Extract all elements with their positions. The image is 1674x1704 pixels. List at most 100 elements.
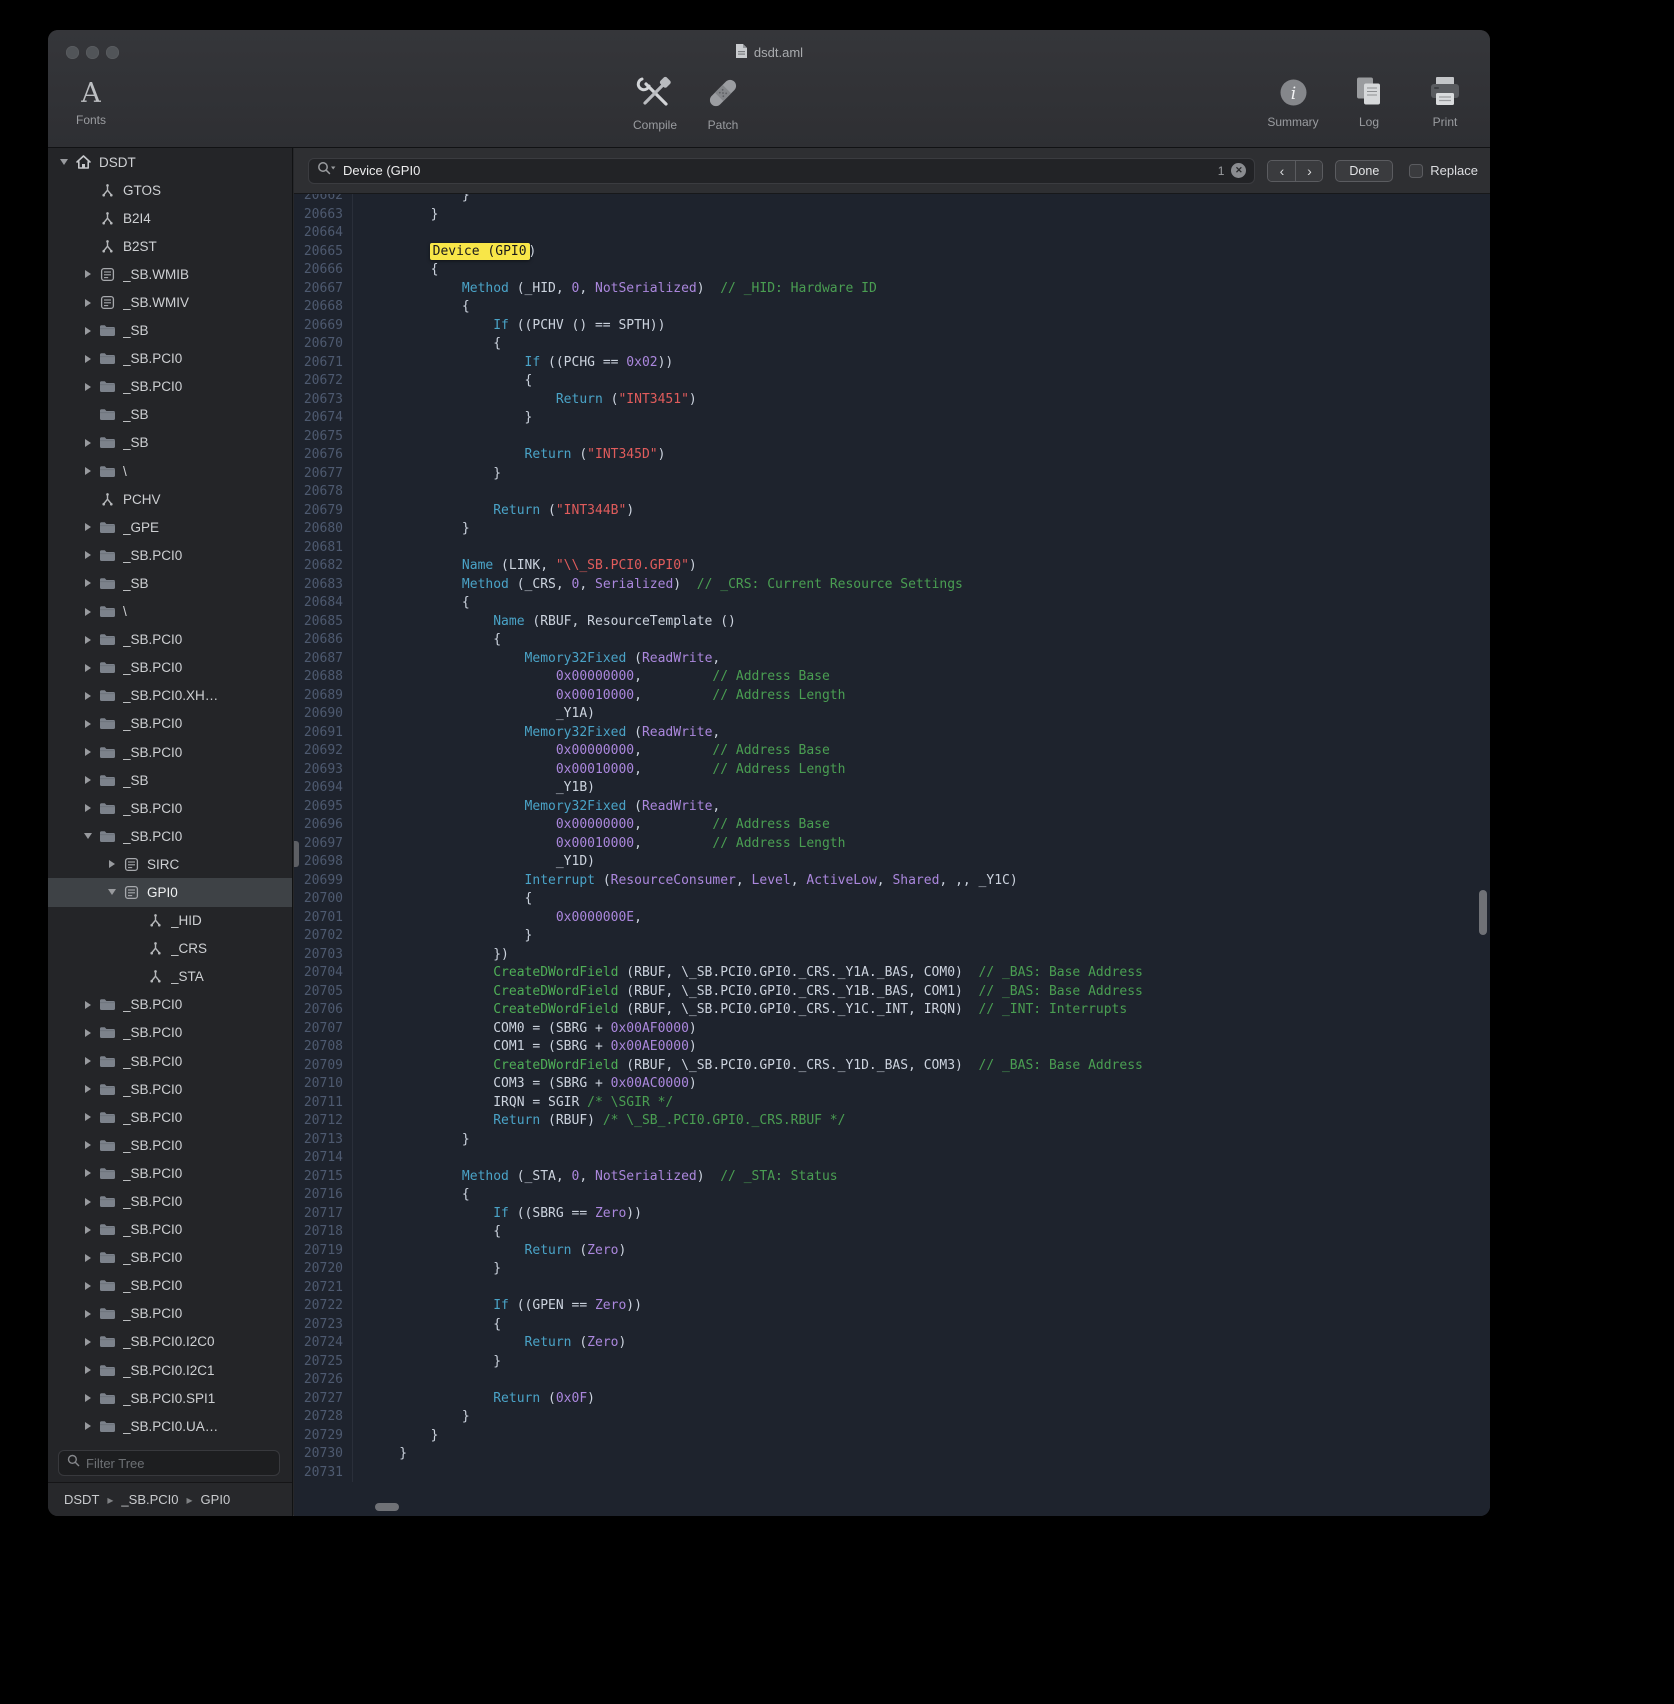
compile-button[interactable]: Compile (628, 76, 682, 132)
log-button[interactable]: Log (1342, 76, 1396, 129)
tree-item-sb-pci0[interactable]: _SB.PCI0 (48, 991, 292, 1019)
disclosure-collapsed-icon[interactable] (80, 720, 96, 728)
disclosure-collapsed-icon[interactable] (80, 439, 96, 447)
tree-item-sb-wmiv[interactable]: _SB.WMIV (48, 288, 292, 316)
fonts-button[interactable]: A Fonts (64, 78, 118, 127)
find-next-button[interactable]: › (1295, 161, 1322, 181)
tree-item-sb-pci0[interactable]: _SB.PCI0 (48, 626, 292, 654)
done-button[interactable]: Done (1335, 160, 1393, 182)
tree-item-hid[interactable]: _HID (48, 907, 292, 935)
tree-item-sb-pci0[interactable]: _SB.PCI0 (48, 1075, 292, 1103)
find-previous-button[interactable]: ‹ (1268, 161, 1295, 181)
disclosure-collapsed-icon[interactable] (80, 1338, 96, 1346)
titlebar[interactable]: dsdt.aml (48, 43, 1490, 62)
tree-item-root[interactable]: \ (48, 598, 292, 626)
disclosure-collapsed-icon[interactable] (104, 860, 120, 868)
disclosure-collapsed-icon[interactable] (80, 523, 96, 531)
disclosure-collapsed-icon[interactable] (80, 1141, 96, 1149)
disclosure-collapsed-icon[interactable] (80, 1310, 96, 1318)
tree-item-sb-wmib[interactable]: _SB.WMIB (48, 260, 292, 288)
tree-item-sb-pci0[interactable]: _SB.PCI0 (48, 1244, 292, 1272)
patch-button[interactable]: Patch (696, 76, 750, 132)
tree-item-sb-pci0[interactable]: _SB.PCI0 (48, 345, 292, 373)
summary-button[interactable]: i Summary (1266, 78, 1320, 129)
disclosure-collapsed-icon[interactable] (80, 1057, 96, 1065)
tree-item-pchv[interactable]: PCHV (48, 485, 292, 513)
tree-item-dsdt[interactable]: DSDT (48, 148, 292, 176)
disclosure-collapsed-icon[interactable] (80, 1198, 96, 1206)
disclosure-collapsed-icon[interactable] (80, 664, 96, 672)
tree-item-sb-pci0[interactable]: _SB.PCI0 (48, 822, 292, 850)
disclosure-collapsed-icon[interactable] (80, 1029, 96, 1037)
filter-tree-field[interactable]: Filter Tree (58, 1450, 280, 1476)
disclosure-collapsed-icon[interactable] (80, 608, 96, 616)
breadcrumb-item[interactable]: DSDT (64, 1492, 99, 1507)
disclosure-collapsed-icon[interactable] (80, 1254, 96, 1262)
disclosure-expanded-icon[interactable] (56, 159, 72, 165)
disclosure-collapsed-icon[interactable] (80, 299, 96, 307)
disclosure-collapsed-icon[interactable] (80, 1169, 96, 1177)
disclosure-collapsed-icon[interactable] (80, 551, 96, 559)
tree-item-sb[interactable]: _SB (48, 317, 292, 345)
disclosure-collapsed-icon[interactable] (80, 636, 96, 644)
tree-item-sb-pci0-spi1[interactable]: _SB.PCI0.SPI1 (48, 1384, 292, 1412)
tree-item-sb-pci0[interactable]: _SB.PCI0 (48, 1131, 292, 1159)
sidebar-tree[interactable]: DSDTGTOSB2I4B2ST_SB.WMIB_SB.WMIV_SB_SB.P… (48, 148, 292, 1444)
tree-item-sb-pci0[interactable]: _SB.PCI0 (48, 541, 292, 569)
tree-item-sb-pci0-i2c1[interactable]: _SB.PCI0.I2C1 (48, 1356, 292, 1384)
disclosure-collapsed-icon[interactable] (80, 1113, 96, 1121)
disclosure-collapsed-icon[interactable] (80, 270, 96, 278)
tree-item-sb-pci0[interactable]: _SB.PCI0 (48, 1047, 292, 1075)
disclosure-collapsed-icon[interactable] (80, 1366, 96, 1374)
tree-item-sb[interactable]: _SB (48, 401, 292, 429)
print-button[interactable]: Print (1418, 76, 1472, 129)
tree-item-root[interactable]: \ (48, 457, 292, 485)
disclosure-collapsed-icon[interactable] (80, 355, 96, 363)
tree-item-sb-pci0-xh[interactable]: _SB.PCI0.XH… (48, 682, 292, 710)
tree-item-gpe[interactable]: _GPE (48, 513, 292, 541)
disclosure-collapsed-icon[interactable] (80, 1282, 96, 1290)
disclosure-collapsed-icon[interactable] (80, 1001, 96, 1009)
tree-item-crs[interactable]: _CRS (48, 935, 292, 963)
disclosure-collapsed-icon[interactable] (80, 467, 96, 475)
disclosure-expanded-icon[interactable] (104, 889, 120, 895)
tree-item-sb-pci0[interactable]: _SB.PCI0 (48, 1300, 292, 1328)
tree-item-sb-pci0[interactable]: _SB.PCI0 (48, 738, 292, 766)
disclosure-collapsed-icon[interactable] (80, 383, 96, 391)
disclosure-collapsed-icon[interactable] (80, 748, 96, 756)
replace-checkbox[interactable] (1409, 164, 1423, 178)
breadcrumb-item[interactable]: _SB.PCI0 (121, 1492, 178, 1507)
tree-item-b2st[interactable]: B2ST (48, 232, 292, 260)
breadcrumb-item[interactable]: GPI0 (201, 1492, 231, 1507)
tree-item-sta[interactable]: _STA (48, 963, 292, 991)
horizontal-scrollbar[interactable] (375, 1503, 399, 1511)
tree-item-sb[interactable]: _SB (48, 569, 292, 597)
splitter-handle[interactable] (294, 841, 299, 867)
tree-item-sb-pci0[interactable]: _SB.PCI0 (48, 1103, 292, 1131)
tree-item-sb-pci0-i2c0[interactable]: _SB.PCI0.I2C0 (48, 1328, 292, 1356)
disclosure-collapsed-icon[interactable] (80, 1226, 96, 1234)
tree-item-gtos[interactable]: GTOS (48, 176, 292, 204)
find-input[interactable]: Device (GPI0 1 ✕ (308, 158, 1255, 184)
tree-item-b2i4[interactable]: B2I4 (48, 204, 292, 232)
disclosure-collapsed-icon[interactable] (80, 327, 96, 335)
disclosure-collapsed-icon[interactable] (80, 692, 96, 700)
tree-item-sb-pci0[interactable]: _SB.PCI0 (48, 1159, 292, 1187)
tree-item-sb-pci0[interactable]: _SB.PCI0 (48, 710, 292, 738)
tree-item-gpi0[interactable]: GPI0 (48, 878, 292, 906)
code-editor[interactable]: 20662 }20663 }20664 20665 Device (GPI0)2… (294, 194, 1490, 1516)
tree-item-sb-pci0-ua[interactable]: _SB.PCI0.UA… (48, 1412, 292, 1440)
clear-search-button[interactable]: ✕ (1231, 163, 1246, 178)
tree-item-sb-pci0[interactable]: _SB.PCI0 (48, 373, 292, 401)
tree-item-sb-pci0[interactable]: _SB.PCI0 (48, 1019, 292, 1047)
tree-item-sb[interactable]: _SB (48, 429, 292, 457)
tree-item-sb-pci0[interactable]: _SB.PCI0 (48, 794, 292, 822)
disclosure-collapsed-icon[interactable] (80, 1394, 96, 1402)
tree-item-sb-pci0[interactable]: _SB.PCI0 (48, 654, 292, 682)
disclosure-collapsed-icon[interactable] (80, 804, 96, 812)
vertical-scrollbar[interactable] (1479, 890, 1487, 935)
disclosure-collapsed-icon[interactable] (80, 1422, 96, 1430)
disclosure-collapsed-icon[interactable] (80, 579, 96, 587)
tree-item-sb-pci0[interactable]: _SB.PCI0 (48, 1216, 292, 1244)
disclosure-expanded-icon[interactable] (80, 833, 96, 839)
